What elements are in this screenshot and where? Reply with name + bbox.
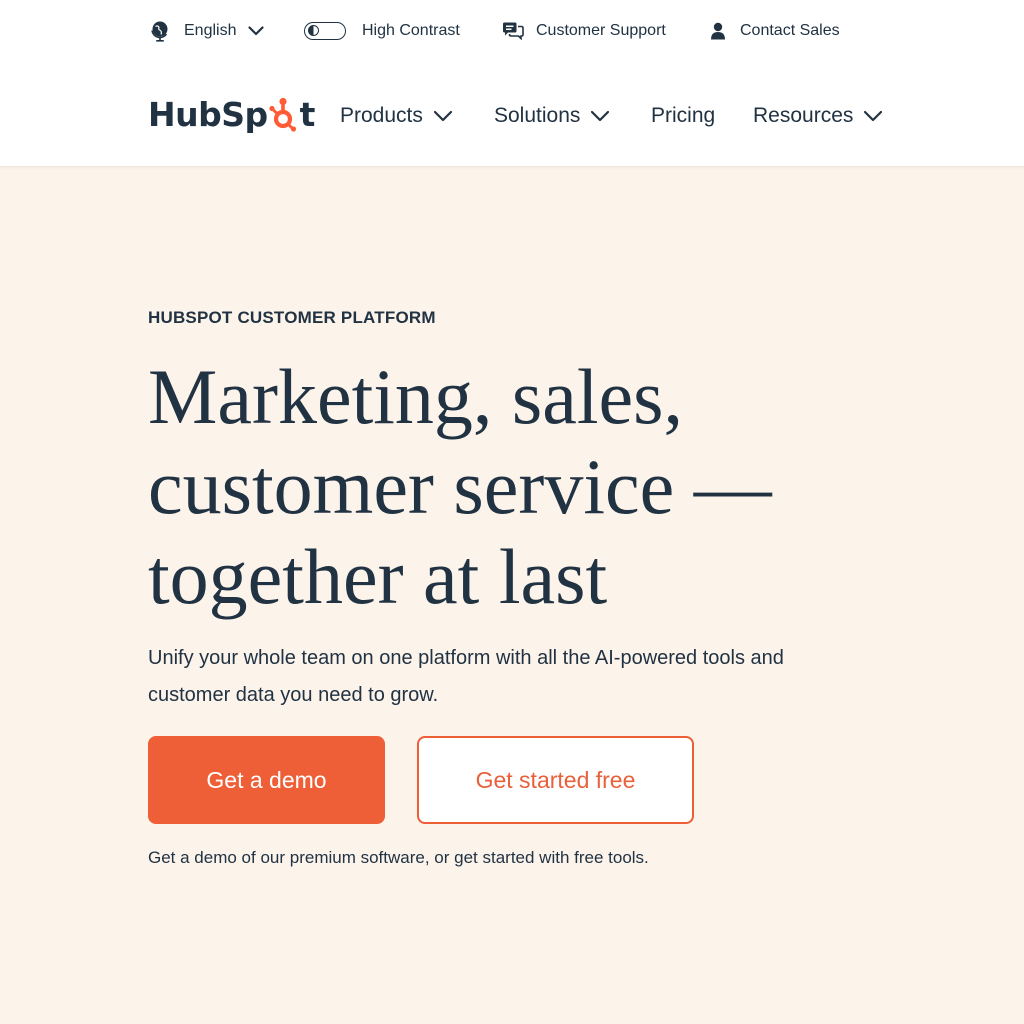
chevron-down-icon bbox=[248, 26, 265, 36]
high-contrast-toggle[interactable]: High Contrast bbox=[304, 14, 460, 48]
high-contrast-label: High Contrast bbox=[362, 22, 460, 39]
headline-line: customer service — bbox=[148, 443, 772, 530]
chevron-down-icon bbox=[863, 110, 883, 122]
chevron-down-icon bbox=[433, 110, 453, 122]
globe-icon bbox=[150, 20, 170, 42]
toggle-switch[interactable] bbox=[304, 22, 346, 40]
get-demo-button[interactable]: Get a demo bbox=[148, 736, 385, 824]
language-selector[interactable]: English bbox=[150, 14, 265, 48]
hero-headline: Marketing, sales, customer service — tog… bbox=[148, 352, 868, 622]
nav-resources[interactable]: Resources bbox=[753, 92, 883, 140]
logo-text-left: HubSp bbox=[148, 94, 268, 134]
logo-text-right: t bbox=[299, 94, 316, 134]
hero-subtext: Unify your whole team on one platform wi… bbox=[148, 647, 784, 706]
hero-eyebrow: HUBSPOT CUSTOMER PLATFORM bbox=[148, 308, 436, 327]
nav-products-label: Products bbox=[340, 104, 423, 127]
nav-products[interactable]: Products bbox=[340, 92, 453, 140]
chat-icon bbox=[502, 22, 524, 40]
nav-pricing-label: Pricing bbox=[651, 104, 716, 127]
nav-solutions[interactable]: Solutions bbox=[494, 92, 610, 140]
utility-bar: English High Contrast Customer Support C… bbox=[0, 14, 1024, 48]
site-header: English High Contrast Customer Support C… bbox=[0, 0, 1024, 167]
main-navigation: HubSp t Products Solutions Pricing Resou… bbox=[0, 92, 1024, 140]
cta-note: Get a demo of our premium software, or g… bbox=[148, 848, 649, 867]
language-label: English bbox=[184, 22, 237, 39]
customer-support-label: Customer Support bbox=[536, 22, 666, 39]
customer-support-link[interactable]: Customer Support bbox=[502, 14, 666, 48]
contact-sales-link[interactable]: Contact Sales bbox=[710, 14, 840, 48]
headline-line: Marketing, sales, bbox=[148, 353, 684, 440]
headline-line: together at last bbox=[148, 533, 608, 620]
hubspot-logo[interactable]: HubSp t bbox=[148, 94, 315, 134]
nav-pricing[interactable]: Pricing bbox=[651, 92, 715, 140]
nav-resources-label: Resources bbox=[753, 104, 854, 127]
contact-sales-label: Contact Sales bbox=[740, 22, 840, 39]
get-started-free-button[interactable]: Get started free bbox=[417, 736, 694, 824]
contrast-icon bbox=[308, 25, 319, 36]
sprocket-icon bbox=[269, 96, 299, 132]
chevron-down-icon bbox=[590, 110, 610, 122]
nav-solutions-label: Solutions bbox=[494, 104, 581, 127]
person-icon bbox=[710, 22, 726, 40]
